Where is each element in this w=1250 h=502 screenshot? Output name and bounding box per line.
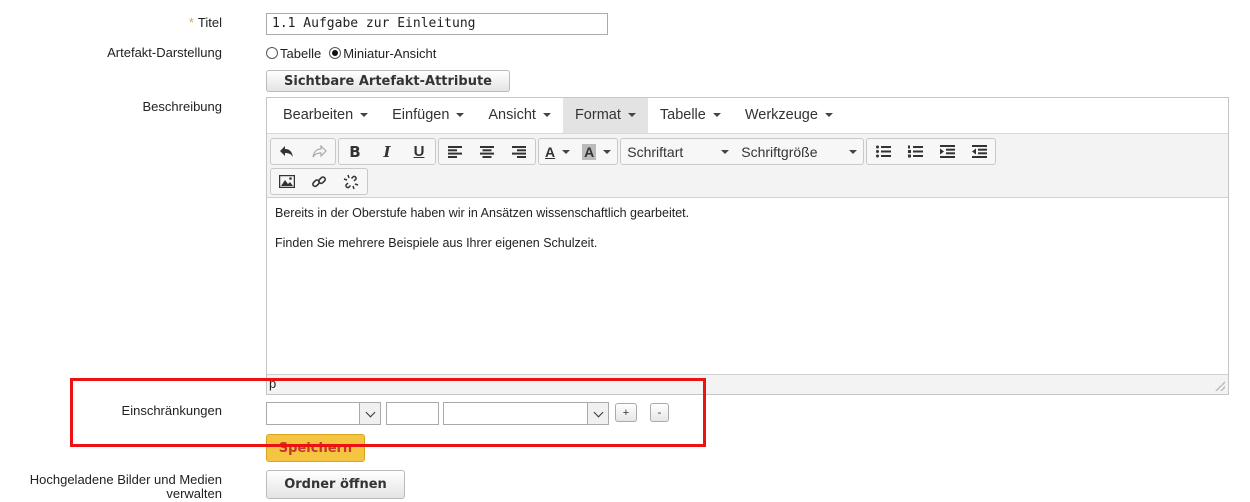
underline-button[interactable]: U xyxy=(403,139,435,164)
caret-icon xyxy=(456,113,465,118)
menu-einfuegen[interactable]: Einfügen xyxy=(380,98,476,133)
radio-thumbnail[interactable] xyxy=(329,47,342,59)
caret-icon xyxy=(542,113,551,118)
display-label: Artefakt-Darstellung xyxy=(107,45,222,60)
bg-color-button[interactable]: A xyxy=(576,139,617,164)
align-group xyxy=(438,138,536,165)
radio-table-label: Tabelle xyxy=(280,45,322,61)
caret-icon xyxy=(562,149,571,154)
italic-button[interactable]: I xyxy=(371,139,403,164)
menu-tabelle[interactable]: Tabelle xyxy=(648,98,733,133)
title-input[interactable]: 1.1 Aufgabe zur Einleitung xyxy=(266,13,608,35)
radio-thumbnail-label: Miniatur-Ansicht xyxy=(343,45,437,61)
visible-attributes-button[interactable]: Sichtbare Artefakt-Attribute xyxy=(266,70,510,92)
display-radio-group: Tabelle Miniatur-Ansicht xyxy=(266,44,436,62)
caret-icon xyxy=(712,113,721,118)
element-path[interactable]: p xyxy=(269,376,276,391)
text-color-button[interactable]: A xyxy=(539,139,576,164)
dropdown-arrow-icon xyxy=(587,403,608,424)
description-label: Beschreibung xyxy=(142,99,223,114)
history-group xyxy=(270,138,336,165)
editor-statusbar: p xyxy=(267,374,1228,394)
bold-button[interactable]: B xyxy=(339,139,371,164)
menu-bearbeiten[interactable]: Bearbeiten xyxy=(271,98,380,133)
caret-icon xyxy=(627,113,636,118)
open-folder-button[interactable]: Ordner öffnen xyxy=(266,470,405,499)
menu-werkzeuge[interactable]: Werkzeuge xyxy=(733,98,845,133)
align-center-icon[interactable] xyxy=(471,139,503,164)
paragraph: Finden Sie mehrere Beispiele aus Ihrer e… xyxy=(275,236,598,250)
caret-icon xyxy=(849,149,858,154)
undo-icon[interactable] xyxy=(271,139,303,164)
align-left-icon[interactable] xyxy=(439,139,471,164)
editor-content[interactable]: Bereits in der Oberstufe haben wir in An… xyxy=(267,198,1228,364)
outdent-icon[interactable] xyxy=(963,139,995,164)
unlink-icon[interactable] xyxy=(335,169,367,194)
paragraph: Bereits in der Oberstufe haben wir in An… xyxy=(275,206,690,220)
radio-table[interactable] xyxy=(266,47,278,59)
color-group: A A xyxy=(538,138,619,165)
restrictions-label: Einschränkungen xyxy=(121,403,222,418)
insert-group xyxy=(270,168,368,195)
font-group: Schriftart Schriftgröße xyxy=(620,138,865,165)
editor-toolbar: B I U A A Schriftart Schriftgröße xyxy=(267,134,1228,198)
numbered-list-icon[interactable] xyxy=(899,139,931,164)
media-label: Hochgeladene Bilder und Medien verwalten xyxy=(29,472,222,501)
indent-icon[interactable] xyxy=(931,139,963,164)
resize-grip-icon[interactable] xyxy=(1215,381,1225,391)
align-right-icon[interactable] xyxy=(503,139,535,164)
restriction-value-input[interactable] xyxy=(386,402,439,425)
format-group: B I U xyxy=(338,138,436,165)
dropdown-arrow-icon xyxy=(359,403,380,424)
caret-icon xyxy=(824,113,833,118)
rich-text-editor: Bearbeiten Einfügen Ansicht Format Tabel… xyxy=(266,97,1229,395)
menu-format[interactable]: Format xyxy=(562,98,648,133)
add-restriction-button[interactable]: + xyxy=(615,403,637,422)
caret-icon xyxy=(360,113,369,118)
font-size-select[interactable]: Schriftgröße xyxy=(735,139,863,164)
link-icon[interactable] xyxy=(303,169,335,194)
caret-icon xyxy=(721,149,730,154)
image-icon[interactable] xyxy=(271,169,303,194)
save-button[interactable]: Speichern xyxy=(266,434,365,462)
font-family-select[interactable]: Schriftart xyxy=(621,139,735,164)
redo-icon[interactable] xyxy=(303,139,335,164)
required-mark: * xyxy=(188,15,194,30)
list-group xyxy=(866,138,997,165)
remove-restriction-button[interactable]: - xyxy=(650,403,669,422)
caret-icon xyxy=(603,149,612,154)
menu-ansicht[interactable]: Ansicht xyxy=(476,98,563,133)
editor-menubar: Bearbeiten Einfügen Ansicht Format Tabel… xyxy=(267,98,1228,134)
restriction-unit-select[interactable] xyxy=(443,402,609,425)
title-label: * Titel xyxy=(188,15,222,30)
bullet-list-icon[interactable] xyxy=(867,139,899,164)
restriction-type-select[interactable] xyxy=(266,402,381,425)
